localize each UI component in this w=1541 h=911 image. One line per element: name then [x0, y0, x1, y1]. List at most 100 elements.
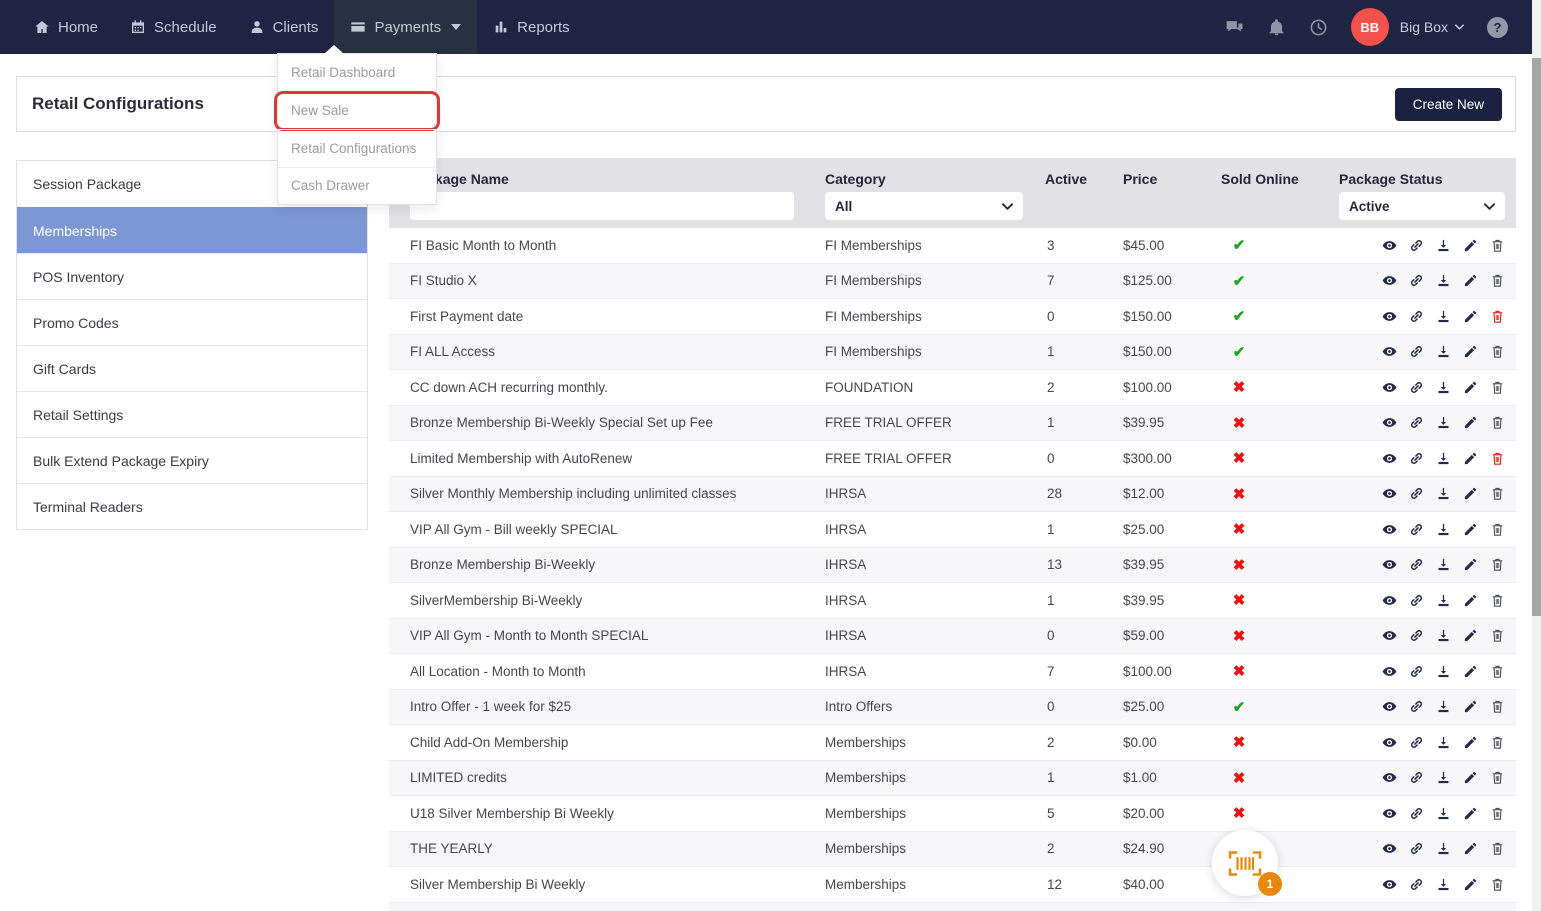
package-status-select[interactable]: Active: [1339, 192, 1505, 220]
pencil-icon[interactable]: [1463, 628, 1478, 643]
trash-icon[interactable]: [1490, 238, 1505, 253]
link-icon[interactable]: [1409, 664, 1424, 679]
category-select[interactable]: All: [825, 192, 1023, 220]
import-icon[interactable]: [1436, 770, 1451, 785]
eye-icon[interactable]: [1382, 806, 1397, 821]
trash-icon[interactable]: [1490, 593, 1505, 608]
nav-item-schedule[interactable]: Schedule: [114, 0, 233, 54]
sidebar-item-gift-cards[interactable]: Gift Cards: [17, 345, 367, 391]
import-icon[interactable]: [1436, 486, 1451, 501]
import-icon[interactable]: [1436, 557, 1451, 572]
import-icon[interactable]: [1436, 415, 1451, 430]
eye-icon[interactable]: [1382, 344, 1397, 359]
trash-icon[interactable]: [1490, 557, 1505, 572]
link-icon[interactable]: [1409, 593, 1424, 608]
pencil-icon[interactable]: [1463, 806, 1478, 821]
link-icon[interactable]: [1409, 841, 1424, 856]
create-new-button[interactable]: Create New: [1395, 88, 1502, 121]
link-icon[interactable]: [1409, 877, 1424, 892]
eye-icon[interactable]: [1382, 770, 1397, 785]
pencil-icon[interactable]: [1463, 238, 1478, 253]
link-icon[interactable]: [1409, 309, 1424, 324]
pencil-icon[interactable]: [1463, 415, 1478, 430]
nav-item-home[interactable]: Home: [18, 0, 114, 54]
trash-icon[interactable]: [1490, 877, 1505, 892]
avatar[interactable]: BB: [1351, 8, 1389, 46]
eye-icon[interactable]: [1382, 699, 1397, 714]
eye-icon[interactable]: [1382, 557, 1397, 572]
import-icon[interactable]: [1436, 238, 1451, 253]
import-icon[interactable]: [1436, 699, 1451, 714]
import-icon[interactable]: [1436, 309, 1451, 324]
pencil-icon[interactable]: [1463, 699, 1478, 714]
nav-item-clients[interactable]: Clients: [233, 0, 335, 54]
package-name-input[interactable]: [410, 192, 794, 220]
sidebar-item-terminal-readers[interactable]: Terminal Readers: [17, 483, 367, 529]
trash-icon[interactable]: [1490, 735, 1505, 750]
pencil-icon[interactable]: [1463, 770, 1478, 785]
sidebar-item-retail-settings[interactable]: Retail Settings: [17, 391, 367, 437]
trash-icon[interactable]: [1490, 486, 1505, 501]
link-icon[interactable]: [1409, 451, 1424, 466]
import-icon[interactable]: [1436, 664, 1451, 679]
link-icon[interactable]: [1409, 415, 1424, 430]
import-icon[interactable]: [1436, 344, 1451, 359]
link-icon[interactable]: [1409, 238, 1424, 253]
help-icon[interactable]: ?: [1487, 17, 1508, 38]
import-icon[interactable]: [1436, 451, 1451, 466]
trash-icon[interactable]: [1490, 380, 1505, 395]
pencil-icon[interactable]: [1463, 735, 1478, 750]
link-icon[interactable]: [1409, 344, 1424, 359]
pencil-icon[interactable]: [1463, 380, 1478, 395]
pencil-icon[interactable]: [1463, 557, 1478, 572]
link-icon[interactable]: [1409, 735, 1424, 750]
trash-icon[interactable]: [1490, 806, 1505, 821]
eye-icon[interactable]: [1382, 451, 1397, 466]
trash-icon[interactable]: [1490, 309, 1505, 324]
link-icon[interactable]: [1409, 806, 1424, 821]
eye-icon[interactable]: [1382, 238, 1397, 253]
import-icon[interactable]: [1436, 522, 1451, 537]
import-icon[interactable]: [1436, 593, 1451, 608]
pencil-icon[interactable]: [1463, 344, 1478, 359]
pencil-icon[interactable]: [1463, 877, 1478, 892]
pencil-icon[interactable]: [1463, 451, 1478, 466]
barcode-scanner-widget[interactable]: 1: [1212, 830, 1278, 896]
import-icon[interactable]: [1436, 380, 1451, 395]
nav-item-reports[interactable]: Reports: [477, 0, 586, 54]
eye-icon[interactable]: [1382, 486, 1397, 501]
trash-icon[interactable]: [1490, 699, 1505, 714]
eye-icon[interactable]: [1382, 664, 1397, 679]
eye-icon[interactable]: [1382, 628, 1397, 643]
trash-icon[interactable]: [1490, 664, 1505, 679]
account-menu[interactable]: Big Box: [1400, 19, 1464, 35]
eye-icon[interactable]: [1382, 522, 1397, 537]
import-icon[interactable]: [1436, 273, 1451, 288]
pencil-icon[interactable]: [1463, 664, 1478, 679]
sidebar-item-pos-inventory[interactable]: POS Inventory: [17, 253, 367, 299]
link-icon[interactable]: [1409, 628, 1424, 643]
link-icon[interactable]: [1409, 557, 1424, 572]
link-icon[interactable]: [1409, 770, 1424, 785]
import-icon[interactable]: [1436, 628, 1451, 643]
link-icon[interactable]: [1409, 699, 1424, 714]
eye-icon[interactable]: [1382, 877, 1397, 892]
trash-icon[interactable]: [1490, 415, 1505, 430]
trash-icon[interactable]: [1490, 841, 1505, 856]
eye-icon[interactable]: [1382, 309, 1397, 324]
import-icon[interactable]: [1436, 735, 1451, 750]
link-icon[interactable]: [1409, 273, 1424, 288]
eye-icon[interactable]: [1382, 273, 1397, 288]
link-icon[interactable]: [1409, 486, 1424, 501]
trash-icon[interactable]: [1490, 344, 1505, 359]
menu-item-retail-dashboard[interactable]: Retail Dashboard: [278, 54, 436, 92]
sidebar-item-memberships[interactable]: Memberships: [17, 207, 367, 253]
pencil-icon[interactable]: [1463, 486, 1478, 501]
pencil-icon[interactable]: [1463, 841, 1478, 856]
trash-icon[interactable]: [1490, 522, 1505, 537]
pencil-icon[interactable]: [1463, 522, 1478, 537]
eye-icon[interactable]: [1382, 841, 1397, 856]
bell-icon[interactable]: [1267, 18, 1286, 37]
scrollbar-thumb[interactable]: [1532, 58, 1541, 616]
chat-icon[interactable]: [1225, 18, 1244, 37]
